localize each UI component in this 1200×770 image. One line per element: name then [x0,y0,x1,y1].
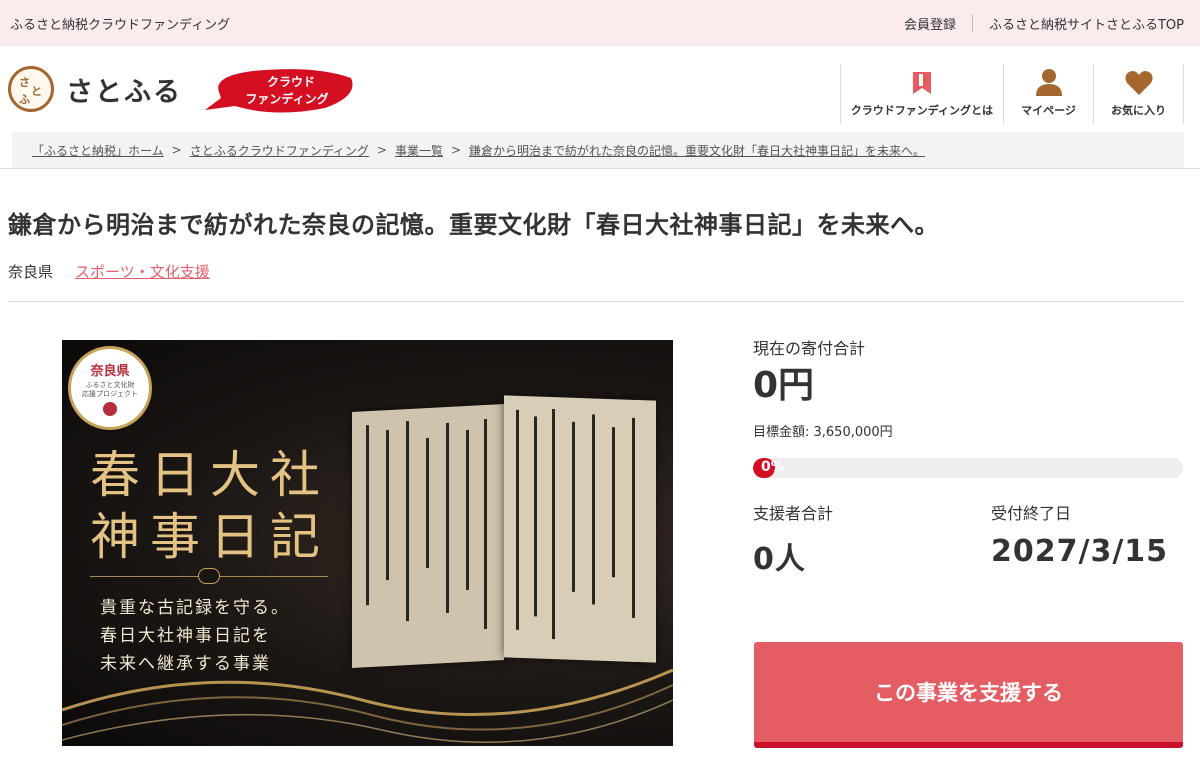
current-total-value: 0円 [753,365,815,406]
nav-favorites[interactable]: お気に入り [1094,64,1184,124]
breadcrumb-separator: > [450,143,462,157]
header: さ と ふ さとふる クラウド ファンディング クラウドファンディングとは マイ… [0,46,1200,132]
hero-sub-line1: 貴重な古記録を守る。 [100,598,290,618]
current-total-label: 現在の寄付合計 [753,339,866,358]
plum-flower-icon [103,401,117,416]
divider [971,14,973,32]
support-project-button[interactable]: この事業を支援する [754,642,1183,748]
breadcrumb-projects[interactable]: 事業一覧 [395,142,443,159]
satofull-logo[interactable]: さ と ふ さとふる [8,66,182,112]
logo-mark-icon: さ と ふ [8,66,54,112]
badge-line2: ファンディング [245,91,328,106]
page-title: 鎌倉から明治まで紡がれた奈良の記憶。重要文化財「春日大社神事日記」を未来へ。 [8,211,939,239]
seal-title: 奈良県 [90,364,130,380]
site-name: ふるさと納税クラウドファンディング [10,17,231,33]
nav-about[interactable]: クラウドファンディングとは [841,64,1004,124]
divider [0,168,1200,169]
funding-stats: 支援者合計 0人 受付終了日 2027/3/15 [753,500,1183,578]
target-amount: 目標金額: 3,650,000円 [753,425,893,440]
bookmark-icon [912,72,931,94]
project-main-image: 奈良県 ふるさと文化財 応援プロジェクト 春日大社 神事日記 貴重な古記録を守る… [62,340,673,746]
register-link[interactable]: 会員登録 [904,14,956,33]
progress-bar: 0% [753,458,1183,478]
supporters-label: 支援者合計 [753,504,834,523]
funding-panel: 現在の寄付合計 0円 目標金額: 3,650,000円 0% 支援者合計 0人 … [753,335,1183,578]
badge-line1: クラウド [267,75,315,89]
breadcrumb-home[interactable]: 「ふるさと納税」ホーム [32,142,164,159]
header-nav: クラウドファンディングとは マイページ お気に入り [839,64,1184,124]
top-links: 会員登録 ふるさと納税サイトさとふるTOP [904,14,1184,33]
category-link[interactable]: スポーツ・文化支援 [75,261,210,282]
seal-subtitle: ふるさと文化財 応援プロジェクト [82,381,138,399]
supporters-value: 0人 [753,542,806,577]
breadcrumb-current[interactable]: 鎌倉から明治まで紡がれた奈良の記憶。重要文化財「春日大社神事日記」を未来へ。 [469,142,925,159]
progress-text: 0% [761,459,785,475]
deadline-stat: 受付終了日 2027/3/15 [991,500,1183,578]
prefecture-label: 奈良県 [8,263,54,281]
top-bar: ふるさと納税クラウドファンディング 会員登録 ふるさと納税サイトさとふるTOP [0,0,1200,46]
supporters-stat: 支援者合計 0人 [753,500,991,578]
user-icon [1035,69,1062,96]
nav-mypage[interactable]: マイページ [1004,64,1094,124]
logo-text: さとふる [66,76,182,108]
breadcrumb-separator: > [376,143,387,157]
seal-sub1: ふるさと文化財 [85,381,135,390]
divider [8,301,1184,302]
nav-mypage-label: マイページ [1021,104,1076,117]
satofull-top-link[interactable]: ふるさと納税サイトさとふるTOP [989,14,1184,33]
breadcrumb-crowdfunding[interactable]: さとふるクラウドファンディング [190,142,369,159]
breadcrumb-separator: > [171,143,182,157]
breadcrumb: 「ふるさと納税」ホーム > さとふるクラウドファンディング > 事業一覧 > 鎌… [12,132,1184,168]
gold-wave-decoration [62,668,673,743]
seal-sub2: 応援プロジェクト [82,390,138,398]
nav-about-label: クラウドファンディングとは [850,104,993,117]
hero-title-line2: 神事日記 [90,508,330,566]
book-left-page [352,404,504,668]
crowdfunding-badge[interactable]: クラウド ファンディング [205,66,357,114]
deadline-label: 受付終了日 [991,504,1072,523]
project-meta: 奈良県 スポーツ・文化支援 [8,261,210,282]
book-right-page [504,395,656,663]
old-diary-book [352,395,664,668]
deadline-value: 2027/3/15 [991,534,1169,569]
nara-seal: 奈良県 ふるさと文化財 応援プロジェクト [68,346,152,430]
hero-title-line1: 春日大社 [90,446,330,504]
heart-icon [1124,71,1153,95]
nav-favorites-label: お気に入り [1111,104,1166,117]
knot-ornament [198,568,220,584]
hero-title: 春日大社 神事日記 [90,444,330,568]
